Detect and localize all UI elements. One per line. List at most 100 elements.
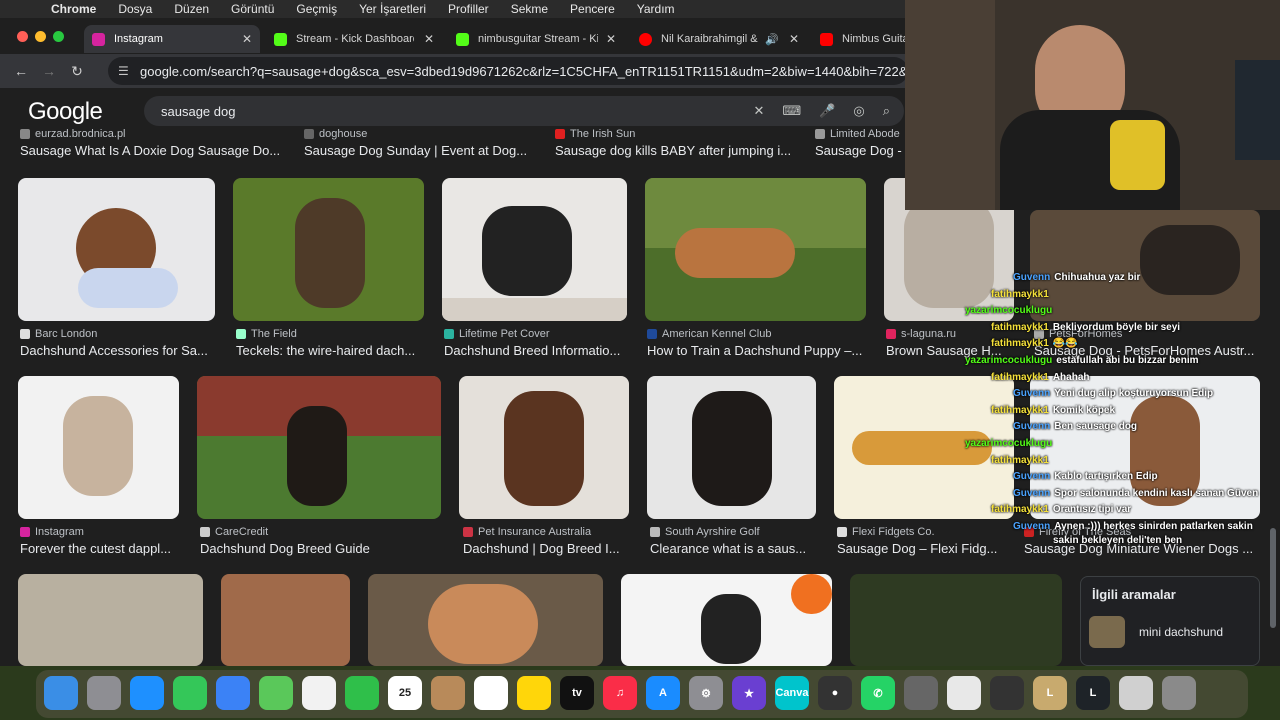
close-icon[interactable]: ✕ xyxy=(242,32,252,46)
google-logo[interactable]: Google xyxy=(28,98,103,126)
close-window-button[interactable] xyxy=(17,31,28,42)
tab-instagram[interactable]: Instagram ✕ xyxy=(84,25,260,53)
chat-message: yazarimcocuklugu xyxy=(965,305,1053,316)
clear-icon[interactable]: ✕ xyxy=(754,103,765,119)
imovie-icon[interactable]: ★ xyxy=(732,676,766,710)
league-client-icon[interactable]: L xyxy=(1076,676,1110,710)
tab-kick-stream[interactable]: nimbusguitar Stream - Kick ✕ xyxy=(448,25,624,53)
facetime-icon[interactable] xyxy=(345,676,379,710)
mail-icon[interactable] xyxy=(216,676,250,710)
result-image-lifetime[interactable] xyxy=(442,178,627,321)
result-card[interactable]: CareCredit Dachshund Dog Breed Guide xyxy=(200,526,440,556)
maps-icon[interactable] xyxy=(259,676,293,710)
result-image[interactable] xyxy=(621,574,832,666)
finder-icon[interactable] xyxy=(44,676,78,710)
calendar-icon[interactable]: 25 xyxy=(388,676,422,710)
tab-kick-dashboard[interactable]: Stream - Kick Dashboard ✕ xyxy=(266,25,442,53)
window-controls xyxy=(17,31,64,42)
menu-item-view[interactable]: Görüntü xyxy=(231,2,274,16)
menu-item-window[interactable]: Pencere xyxy=(570,2,615,16)
result-card[interactable]: eurzad.brodnica.pl Sausage What Is A Dox… xyxy=(20,128,290,158)
music-icon[interactable]: ♫ xyxy=(603,676,637,710)
launchpad-icon[interactable] xyxy=(87,676,121,710)
keyboard-icon[interactable]: ⌨ xyxy=(782,103,801,119)
safari-icon[interactable] xyxy=(130,676,164,710)
result-card[interactable]: doghouse Sausage Dog Sunday | Event at D… xyxy=(304,128,544,158)
tab-youtube-nil[interactable]: Nil Karaibrahimgil & 🔊 ✕ xyxy=(631,25,807,53)
canva-icon[interactable]: Canva xyxy=(775,676,809,710)
result-caption: Dachshund Accessories for Sa... xyxy=(20,343,208,358)
url-text: google.com/search?q=sausage+dog&sca_esv=… xyxy=(140,63,908,79)
result-image-field[interactable] xyxy=(233,178,424,321)
result-card[interactable]: Pet Insurance Australia Dachshund | Dog … xyxy=(463,526,629,556)
result-image-barc[interactable] xyxy=(18,178,215,321)
result-image[interactable] xyxy=(18,574,203,666)
close-icon[interactable]: ✕ xyxy=(789,32,799,46)
appstore-icon[interactable]: A xyxy=(646,676,680,710)
result-card[interactable]: Limited Abode Sausage Dog - xyxy=(815,128,905,158)
close-icon[interactable]: ✕ xyxy=(606,32,616,46)
whatsapp-icon[interactable]: ✆ xyxy=(861,676,895,710)
microphone-icon[interactable]: 🎤 xyxy=(819,103,835,119)
menu-item-edit[interactable]: Düzen xyxy=(174,2,209,16)
result-image[interactable] xyxy=(368,574,603,666)
obs-icon[interactable]: ● xyxy=(818,676,852,710)
result-card[interactable]: Instagram Forever the cutest dappl... xyxy=(20,526,180,556)
result-image[interactable] xyxy=(850,574,1062,666)
result-card[interactable]: Flexi Fidgets Co. Sausage Dog – Flexi Fi… xyxy=(837,526,1014,556)
result-image-carecredit[interactable] xyxy=(197,376,441,519)
back-icon[interactable]: ← xyxy=(14,63,28,79)
trash-icon[interactable] xyxy=(1162,676,1196,710)
result-card[interactable]: The Field Teckels: the wire-haired dach.… xyxy=(236,328,424,358)
reminders-icon[interactable] xyxy=(474,676,508,710)
menu-item-bookmarks[interactable]: Yer İşaretleri xyxy=(359,2,426,16)
result-card[interactable]: Barc London Dachshund Accessories for Sa… xyxy=(20,328,215,358)
stream-chat-overlay: Guvenn Chihuahua yaz bir fatihmaykk1 yaza… xyxy=(965,210,1280,550)
related-search-item[interactable]: mini dachshund xyxy=(1089,616,1259,648)
result-card[interactable]: Lifetime Pet Cover Dachshund Breed Infor… xyxy=(444,328,627,358)
chat-message: Guvenn Kablo tartışırken Edip xyxy=(1013,471,1158,482)
result-card[interactable]: The Irish Sun Sausage dog kills BABY aft… xyxy=(555,128,800,158)
minimize-window-button[interactable] xyxy=(35,31,46,42)
result-source: doghouse xyxy=(319,128,368,140)
result-image-petinsurance[interactable] xyxy=(459,376,629,519)
result-image-southayrshire[interactable] xyxy=(647,376,816,519)
search-input[interactable]: sausage dog ✕ ⌨ 🎤 ◎ ⌕ xyxy=(144,96,904,126)
menu-item-history[interactable]: Geçmiş xyxy=(296,2,337,16)
messages-icon[interactable] xyxy=(173,676,207,710)
menu-item-help[interactable]: Yardım xyxy=(637,2,675,16)
utility-icon[interactable] xyxy=(904,676,938,710)
reload-icon[interactable]: ↻ xyxy=(70,63,84,80)
league-icon[interactable]: L xyxy=(1033,676,1067,710)
notes-icon[interactable] xyxy=(517,676,551,710)
search-icon[interactable]: ⌕ xyxy=(883,103,890,119)
menu-item-tab[interactable]: Sekme xyxy=(511,2,548,16)
calculator-icon[interactable] xyxy=(990,676,1024,710)
instagram-icon xyxy=(92,32,105,46)
close-icon[interactable]: ✕ xyxy=(424,32,434,46)
preview-icon[interactable] xyxy=(1119,676,1153,710)
forward-icon[interactable]: → xyxy=(42,63,56,79)
result-image[interactable] xyxy=(221,574,350,666)
tab-youtube-nimbus[interactable]: Nimbus Guita xyxy=(812,25,905,53)
settings-icon[interactable]: ⚙ xyxy=(689,676,723,710)
chrome-icon[interactable] xyxy=(947,676,981,710)
menu-item-file[interactable]: Dosya xyxy=(118,2,152,16)
photos-icon[interactable] xyxy=(302,676,336,710)
zoom-window-button[interactable] xyxy=(53,31,64,42)
result-image-akc[interactable] xyxy=(645,178,866,321)
site-info-icon[interactable]: ☰ xyxy=(118,64,132,78)
lens-icon[interactable]: ◎ xyxy=(853,103,864,119)
appletv-icon[interactable]: tv xyxy=(560,676,594,710)
audio-playing-icon[interactable]: 🔊 xyxy=(765,33,779,46)
menu-app-name[interactable]: Chrome xyxy=(51,2,96,16)
result-card[interactable]: South Ayrshire Golf Clearance what is a … xyxy=(650,526,816,556)
browser-toolbar: ← → ↻ ☰ google.com/search?q=sausage+dog&… xyxy=(0,54,908,88)
menu-item-profiles[interactable]: Profiller xyxy=(448,2,489,16)
contacts-icon[interactable] xyxy=(431,676,465,710)
result-card[interactable]: American Kennel Club How to Train a Dach… xyxy=(647,328,866,358)
chat-message: fatihmaykk1 Bekliyordum böyle bir seyi xyxy=(991,322,1181,333)
chat-message: fatihmaykk1 😂😂 xyxy=(991,338,1078,349)
address-bar[interactable]: ☰ google.com/search?q=sausage+dog&sca_es… xyxy=(108,57,908,85)
result-image-instagram[interactable] xyxy=(18,376,179,519)
